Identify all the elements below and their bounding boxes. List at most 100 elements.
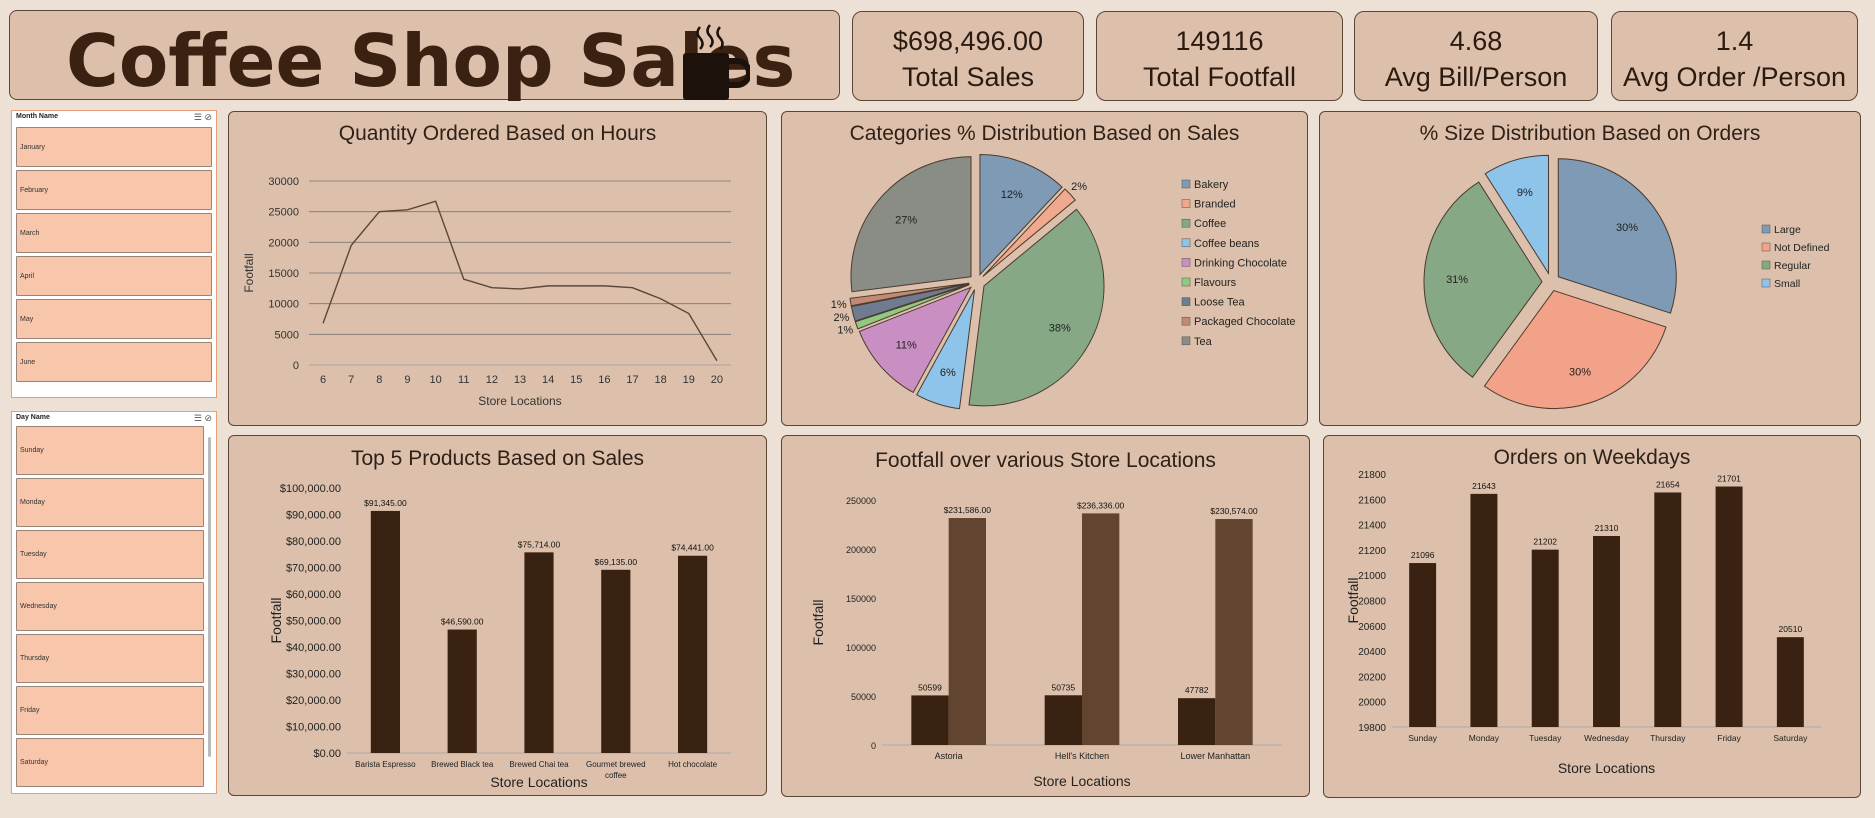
pie-chart-sizes: 30% 30% 31% 9% Large Not Defined Regular Small: [1423, 154, 1830, 410]
y-axis-label: Footfall: [810, 600, 826, 646]
y-tick-label: 20800: [1358, 597, 1386, 608]
x-tick-label: Wednesday: [1584, 733, 1629, 743]
y-tick-label: 150000: [846, 594, 876, 604]
kpi-label: Total Sales: [901, 62, 1035, 92]
x-tick-label: 13: [514, 374, 526, 386]
bar-chart-weekdays: 19800 20000 20200 20400 20600 20800 21000 21200…: [1345, 470, 1821, 776]
slicer-item-friday[interactable]: Friday: [16, 686, 204, 735]
bar: [1654, 492, 1682, 727]
kpi-value: 1.4: [1715, 26, 1754, 56]
x-tick-label: 6: [320, 374, 326, 386]
bar: [1715, 486, 1743, 727]
x-tick-label: Lower Manhattan: [1181, 751, 1251, 761]
y-tick-label: $60,000.00: [286, 589, 341, 601]
bar: [1776, 637, 1804, 727]
y-tick-label: $90,000.00: [286, 510, 341, 522]
y-tick-label: $40,000.00: [286, 642, 341, 654]
slicer-item-sunday[interactable]: Sunday: [16, 426, 204, 475]
x-tick-label: Hell's Kitchen: [1055, 751, 1109, 761]
legend-label: Loose Tea: [1194, 297, 1245, 309]
x-tick-label: 15: [570, 374, 582, 386]
y-tick-label: 30000: [268, 176, 299, 188]
slicer-item-january[interactable]: January: [16, 127, 212, 167]
x-axis-label: Store Locations: [1033, 773, 1130, 789]
y-tick-label: 200000: [846, 545, 876, 555]
data-label: 21096: [1411, 550, 1435, 560]
bar: [678, 555, 708, 753]
y-axis-label: Footfall: [242, 253, 256, 292]
slicer-item-june[interactable]: June: [16, 342, 212, 382]
x-tick-label: 14: [542, 374, 554, 386]
slicer-item-wednesday[interactable]: Wednesday: [16, 582, 204, 631]
kpi-avg-bill: 4.68 Avg Bill/Person: [1354, 11, 1598, 101]
series-line: [322, 200, 718, 362]
y-tick-label: 20000: [1358, 698, 1386, 709]
data-label: 21643: [1472, 481, 1496, 491]
slicer-item-saturday[interactable]: Saturday: [16, 738, 204, 787]
slicer-item-tuesday[interactable]: Tuesday: [16, 530, 204, 579]
y-tick-label: 10000: [268, 299, 299, 311]
multi-select-icon[interactable]: ☰: [194, 112, 202, 122]
x-tick-label: 8: [376, 374, 382, 386]
y-axis-label: Footfall: [268, 598, 284, 644]
slicer-item-march[interactable]: March: [16, 213, 212, 253]
slicer-header: Day Name: [16, 414, 50, 421]
clear-filter-icon[interactable]: ⊘: [204, 112, 212, 122]
clear-filter-icon[interactable]: ⊘: [204, 413, 212, 423]
x-tick-label: 11: [458, 374, 469, 386]
y-tick-label: 21000: [1358, 571, 1386, 582]
data-label: 21701: [1717, 474, 1741, 484]
slicer-item-thursday[interactable]: Thursday: [16, 634, 204, 683]
title-panel: Coffee Shop Sales: [9, 10, 840, 103]
legend-label: Coffee beans: [1194, 238, 1260, 250]
x-axis-label: Store Locations: [490, 774, 587, 790]
x-tick-label: Monday: [1469, 733, 1500, 743]
month-slicer[interactable]: Month Name ☰ ⊘ January February March April…: [11, 110, 217, 398]
x-tick-label: 16: [598, 374, 610, 386]
y-tick-label: 20600: [1358, 622, 1386, 633]
y-tick-label: 21200: [1358, 546, 1386, 557]
slicer-scrollbar[interactable]: [208, 437, 211, 757]
data-label: 30%: [1569, 366, 1591, 378]
y-tick-label: 19800: [1358, 723, 1386, 734]
y-tick-label: $80,000.00: [286, 536, 341, 548]
legend-swatch: [1181, 199, 1191, 208]
slicer-item-may[interactable]: May: [16, 299, 212, 339]
legend-swatch: [1181, 316, 1191, 326]
legend-label: Small: [1774, 278, 1800, 290]
chart-panel-weekdays: Orders on Weekdays 19800 20000 20200 20400 2…: [1323, 435, 1861, 798]
data-label: 27%: [895, 215, 917, 227]
legend-label: Regular: [1774, 260, 1811, 272]
kpi-value: 149116: [1175, 26, 1264, 56]
legend-label: Tea: [1194, 336, 1213, 348]
multi-select-icon[interactable]: ☰: [194, 413, 202, 423]
line-chart-hours: 0 5000 10000 15000 20000 25000 30000 6 7 8 9 10 11 12…: [242, 176, 731, 408]
y-tick-label: 250000: [846, 496, 876, 506]
slicer-item-february[interactable]: February: [16, 170, 212, 210]
legend-swatch: [1181, 258, 1191, 267]
y-tick-label: 21400: [1358, 521, 1386, 532]
chart-panel-categories: Categories % Distribution Based on Sales…: [781, 111, 1308, 426]
bar: [524, 552, 554, 753]
data-label: 1%: [837, 324, 853, 336]
pie-slice-large: [1557, 158, 1677, 314]
kpi-value: 4.68: [1449, 26, 1503, 56]
slicer-item-april[interactable]: April: [16, 256, 212, 296]
data-label: 21310: [1595, 523, 1619, 533]
x-tick-label: Saturday: [1773, 733, 1808, 743]
slicer-controls: ☰ ⊘: [194, 112, 212, 123]
bar: [447, 629, 477, 753]
x-tick-label: Thursday: [1650, 733, 1686, 743]
legend-label: Large: [1774, 224, 1801, 236]
kpi-total-footfall: 149116 Total Footfall: [1096, 11, 1343, 101]
x-tick-label: Brewed Black tea: [431, 760, 494, 769]
y-tick-label: 0: [293, 360, 299, 372]
bar-chart-products: $0.00 $10,000.00 $20,000.00 $30,000.00 $40,0…: [268, 483, 731, 790]
data-label: $69,135.00: [595, 557, 638, 567]
day-slicer[interactable]: Day Name ☰ ⊘ Sunday Monday Tuesday Wednesda…: [11, 411, 217, 794]
slicer-item-monday[interactable]: Monday: [16, 478, 204, 527]
chart-panel-sizes: % Size Distribution Based on Orders 30% 3…: [1319, 111, 1861, 426]
y-tick-label: 0: [871, 741, 876, 751]
kpi-label: Avg Bill/Person: [1384, 62, 1568, 92]
data-label: $231,586.00: [944, 505, 992, 515]
